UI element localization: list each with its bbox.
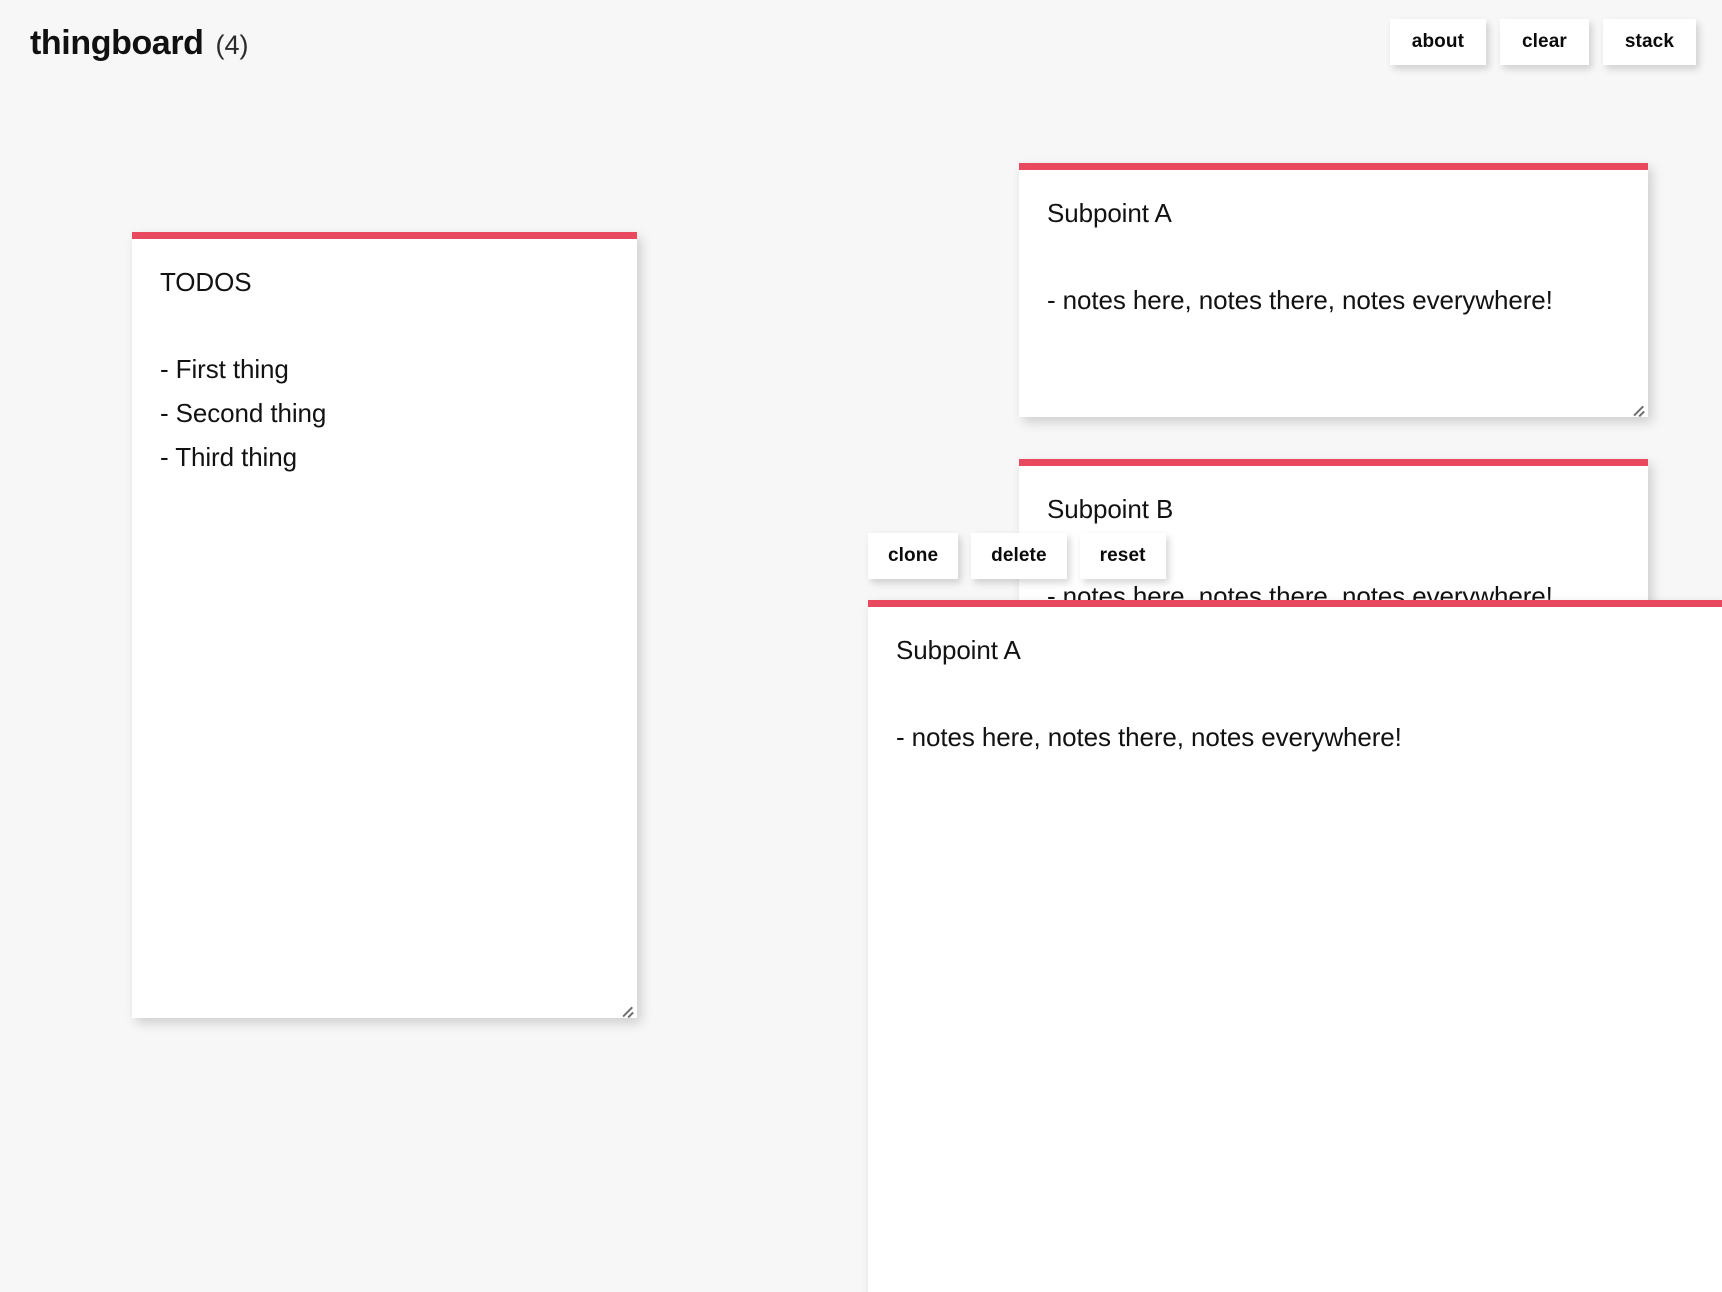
card-accent-bar [1019, 459, 1648, 466]
note-card-todos[interactable]: TODOS - First thing - Second thing - Thi… [132, 232, 637, 1018]
card-accent-bar [1019, 163, 1648, 170]
card-context-toolbar: clone delete reset [868, 533, 1166, 579]
card-body[interactable]: Subpoint A - notes here, notes there, no… [1019, 170, 1648, 417]
note-text[interactable]: Subpoint A - notes here, notes there, no… [896, 629, 1694, 760]
delete-button[interactable]: delete [971, 533, 1067, 579]
board-canvas[interactable]: thingboard (4) about clear stack TODOS -… [0, 0, 1722, 1292]
note-card-subpoint-a-top[interactable]: Subpoint A - notes here, notes there, no… [1019, 163, 1648, 417]
clear-button[interactable]: clear [1500, 19, 1589, 65]
app-title: thingboard (4) [30, 24, 249, 63]
note-text[interactable]: Subpoint A - notes here, notes there, no… [1047, 192, 1620, 323]
stack-button[interactable]: stack [1603, 19, 1696, 65]
app-brand-label: thingboard [30, 24, 204, 63]
card-accent-bar [132, 232, 637, 239]
card-body[interactable]: TODOS - First thing - Second thing - Thi… [132, 239, 637, 1018]
note-card-subpoint-a-front[interactable]: Subpoint A - notes here, notes there, no… [868, 600, 1722, 1292]
clone-button[interactable]: clone [868, 533, 958, 579]
card-count-label: (4) [216, 30, 249, 61]
reset-button[interactable]: reset [1080, 533, 1166, 579]
header-actions: about clear stack [1390, 19, 1696, 65]
card-body[interactable]: Subpoint A - notes here, notes there, no… [868, 607, 1722, 1292]
card-accent-bar [868, 600, 1722, 607]
about-button[interactable]: about [1390, 19, 1486, 65]
note-text[interactable]: TODOS - First thing - Second thing - Thi… [160, 261, 609, 479]
resize-handle-icon[interactable] [1631, 401, 1645, 415]
resize-handle-icon[interactable] [620, 1002, 634, 1016]
